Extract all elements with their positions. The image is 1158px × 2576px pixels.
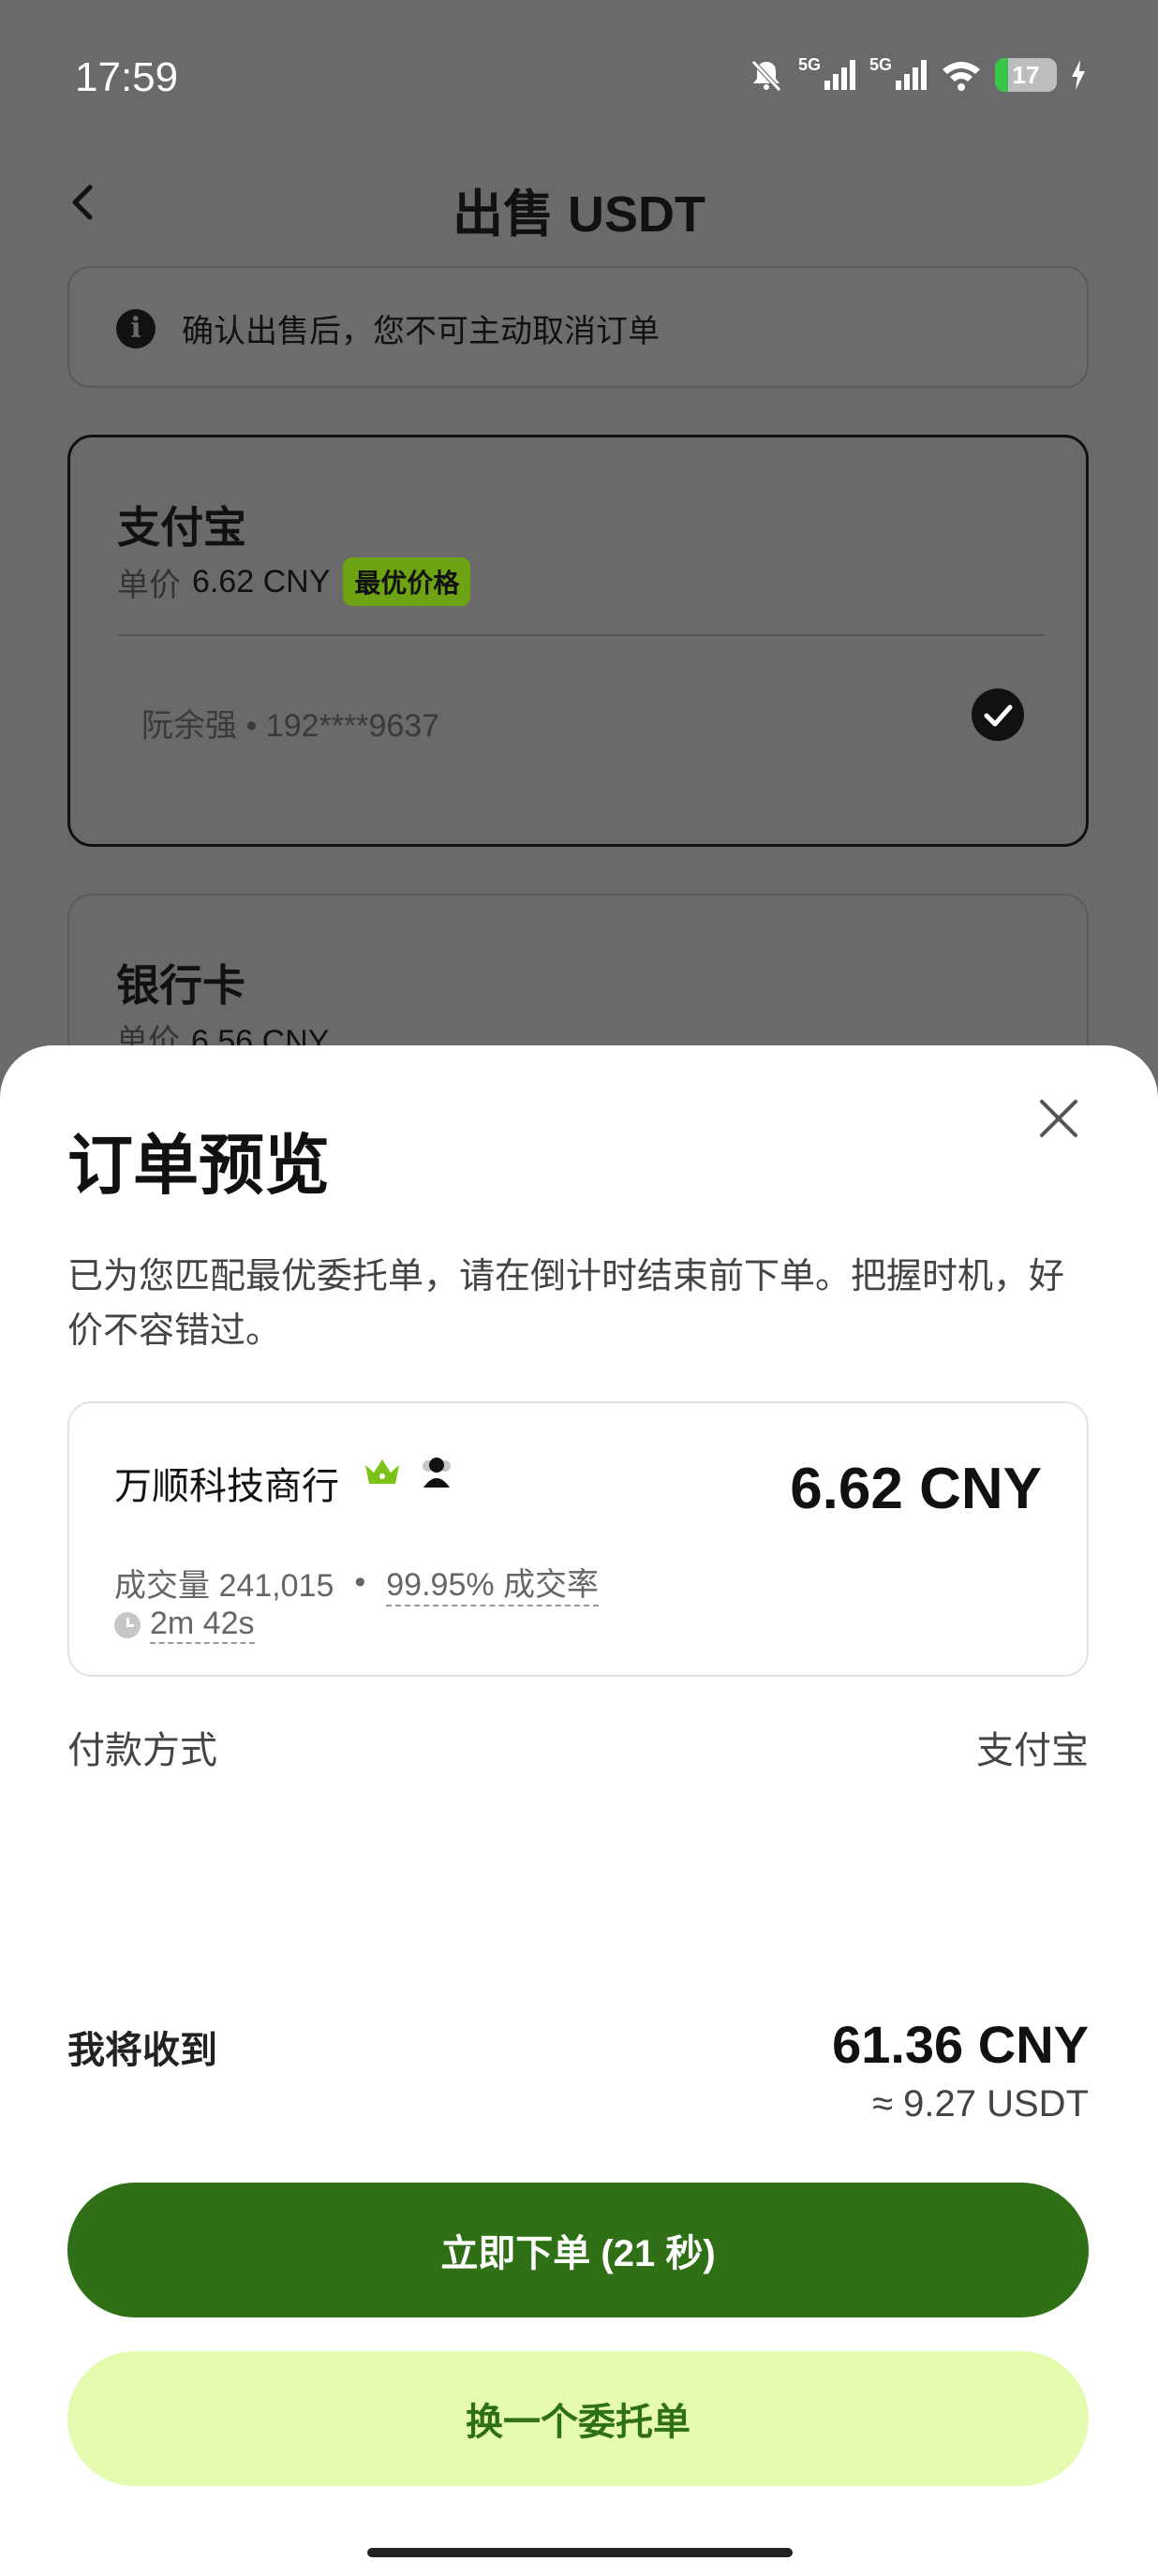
payment-method-alipay[interactable]: 支付宝 单价 6.62 CNY 最优价格 阮余强 • 192****9637 bbox=[67, 435, 1089, 847]
info-icon: i bbox=[116, 309, 156, 348]
payment-method-price: 单价 6.62 CNY 最优价格 bbox=[117, 557, 471, 606]
merchant-card[interactable]: 万顺科技商行 6.62 CNY 成交量 241,015 • 99.95% 成交率… bbox=[67, 1401, 1089, 1677]
page-title: 出售 USDT bbox=[453, 186, 705, 243]
completion-rate[interactable]: 99.95% 成交率 bbox=[386, 1559, 600, 1606]
verified-user-icon bbox=[423, 1458, 451, 1488]
order-preview-sheet: 订单预览 已为您匹配最优委托单，请在倒计时结束前下单。把握时机，好价不容错过。 … bbox=[0, 1045, 1158, 2576]
signal-icon bbox=[824, 60, 855, 90]
sheet-title: 订单预览 bbox=[67, 1129, 330, 1202]
mute-bell-icon bbox=[751, 60, 781, 92]
payment-method-name: 支付宝 bbox=[117, 503, 246, 552]
merchant-payment-time: 2m 42s bbox=[114, 1606, 255, 1644]
notice-banner: i 确认出售后，您不可主动取消订单 bbox=[67, 266, 1089, 388]
network-5g-label-2: 5G bbox=[868, 54, 892, 74]
change-order-button[interactable]: 换一个委托单 bbox=[67, 2351, 1089, 2486]
wifi-icon bbox=[943, 62, 980, 91]
merchant-name: 万顺科技商行 bbox=[114, 1466, 339, 1507]
payment-account[interactable]: 阮余强 • 192****9637 bbox=[141, 700, 439, 746]
status-icons: 5G 5G 17 bbox=[748, 54, 1087, 94]
merchant-stats: 成交量 241,015 • 99.95% 成交率 bbox=[114, 1559, 600, 1606]
best-price-badge: 最优价格 bbox=[343, 557, 471, 606]
crown-icon bbox=[365, 1459, 399, 1484]
payment-method-name: 银行卡 bbox=[116, 961, 245, 1010]
check-icon bbox=[972, 688, 1024, 741]
divider bbox=[117, 634, 1045, 636]
notice-text: 确认出售后，您不可主动取消订单 bbox=[182, 314, 660, 349]
price-value: 6.62 CNY bbox=[192, 563, 331, 600]
payment-method-value: 支付宝 bbox=[976, 1730, 1089, 1771]
receive-label: 我将收到 bbox=[67, 2030, 217, 2071]
merchant-price: 6.62 CNY bbox=[790, 1457, 1042, 1521]
separator-dot: • bbox=[354, 1564, 366, 1600]
average-duration[interactable]: 2m 42s bbox=[150, 1606, 255, 1644]
network-5g-label: 5G bbox=[797, 54, 821, 74]
status-bar: 17:59 5G 5G 17 bbox=[0, 0, 1158, 159]
charging-icon bbox=[1072, 60, 1085, 90]
status-time: 17:59 bbox=[75, 54, 179, 100]
home-indicator[interactable] bbox=[367, 2548, 793, 2557]
sheet-description: 已为您匹配最优委托单，请在倒计时结束前下单。把握时机，好价不容错过。 bbox=[67, 1257, 1065, 1351]
battery-icon: 17 bbox=[995, 58, 1057, 92]
place-order-button[interactable]: 立即下单 (21 秒) bbox=[67, 2183, 1089, 2317]
receive-amount: 61.36 CNY bbox=[832, 2015, 1089, 2074]
signal-icon-2 bbox=[896, 60, 927, 90]
price-label: 单价 bbox=[117, 567, 181, 603]
clock-icon bbox=[114, 1611, 141, 1638]
payment-method-label: 付款方式 bbox=[67, 1730, 217, 1771]
battery-level: 17 bbox=[1012, 60, 1040, 89]
receive-usdt-approx: ≈ 9.27 USDT bbox=[872, 2083, 1089, 2124]
close-icon[interactable] bbox=[1029, 1088, 1089, 1148]
trade-volume: 成交量 241,015 bbox=[114, 1568, 334, 1604]
